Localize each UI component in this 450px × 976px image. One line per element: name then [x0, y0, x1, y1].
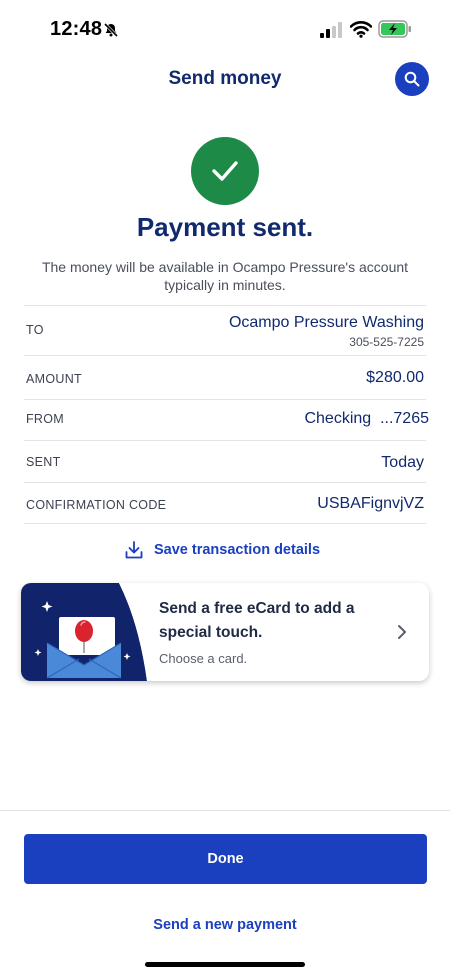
confirmation-code-value: USBAFignvjVZ: [317, 495, 424, 512]
amount-value: $280.00: [366, 369, 424, 386]
page-title: Send money: [168, 68, 282, 89]
detail-row-from: FROM Checking ...7265: [24, 399, 429, 440]
check-icon: [212, 161, 238, 181]
sent-value: Today: [381, 454, 424, 471]
status-time: 12:48: [50, 18, 103, 40]
detail-row-confirmation-code: CONFIRMATION CODE USBAFignvjVZ: [24, 482, 426, 524]
amount-label: AMOUNT: [26, 372, 82, 386]
recipient-phone: 305-525-7225: [349, 335, 424, 349]
recipient-name: Ocampo Pressure Washing: [228, 314, 424, 331]
confirmation-message: The money will be available in Ocampo Pr…: [41, 259, 409, 293]
to-label: TO: [26, 323, 44, 337]
save-link-label: Save transaction details: [154, 542, 321, 558]
detail-row-sent: SENT Today: [24, 440, 426, 482]
from-account: Checking ...7265: [304, 410, 429, 427]
envelope-illustration: [21, 583, 151, 681]
transaction-details: TO Ocampo Pressure Washing 305-525-7225 …: [24, 305, 429, 524]
signal-icon: [320, 22, 342, 38]
bottom-divider: [0, 810, 450, 811]
battery-charging-icon: [378, 20, 411, 38]
download-icon: [125, 541, 143, 559]
status-bar: 12:48: [0, 0, 450, 56]
chevron-right-icon: [398, 625, 406, 639]
send-new-payment-link[interactable]: Send a new payment: [0, 917, 450, 933]
search-button[interactable]: [395, 62, 429, 96]
ecard-subtitle: Choose a card.: [159, 651, 248, 666]
search-icon: [404, 71, 420, 87]
home-indicator: [145, 962, 305, 967]
wifi-icon: [350, 21, 372, 38]
from-label: FROM: [26, 412, 64, 426]
confirmation-headline: Payment sent.: [136, 212, 314, 242]
success-badge: [191, 137, 259, 205]
save-transaction-details-link[interactable]: Save transaction details: [124, 539, 320, 561]
ecard-title: Send a free eCard to add a special touch…: [159, 600, 355, 641]
done-button[interactable]: Done: [24, 834, 427, 884]
ecard-promo-card[interactable]: Send a free eCard to add a special touch…: [21, 583, 429, 681]
confirmation-code-label: CONFIRMATION CODE: [26, 498, 167, 512]
detail-row-to: TO Ocampo Pressure Washing 305-525-7225: [24, 305, 426, 355]
detail-row-amount: AMOUNT $280.00: [24, 355, 426, 399]
bell-slash-icon: [103, 22, 119, 38]
sent-label: SENT: [26, 455, 61, 469]
